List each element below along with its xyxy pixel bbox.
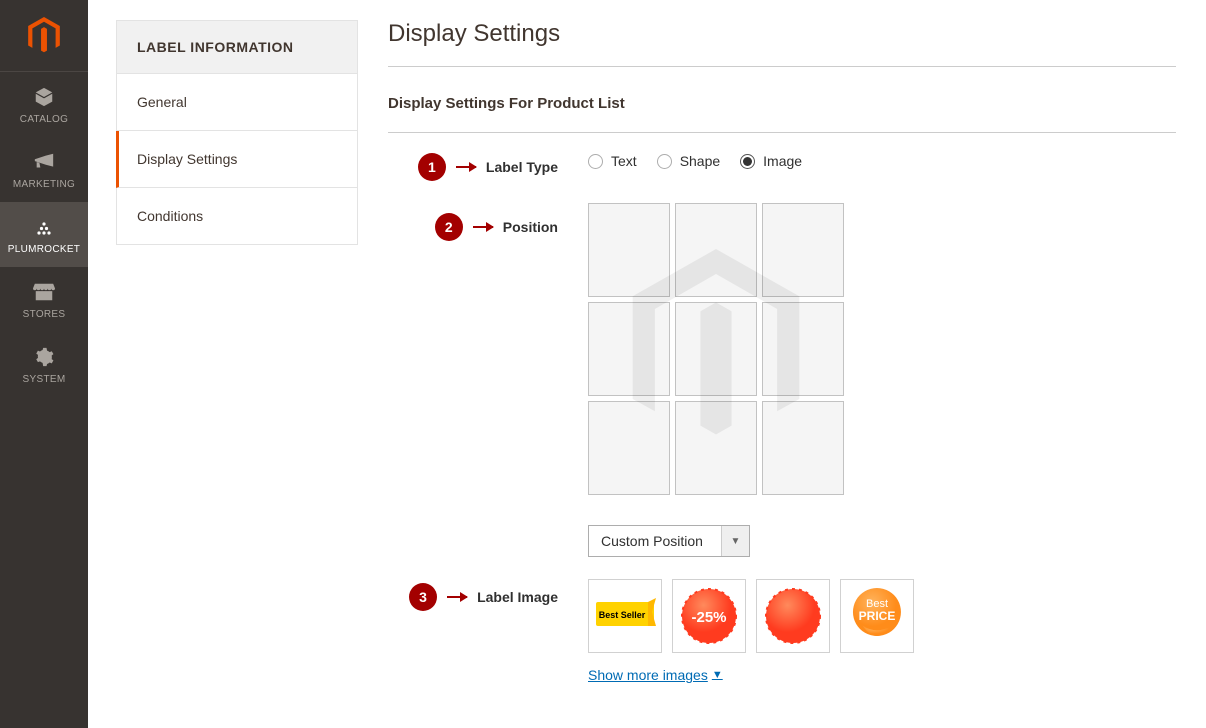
position-middle-right[interactable] <box>762 302 844 396</box>
section-title: Display Settings For Product List <box>388 95 1176 112</box>
position-middle-center[interactable] <box>675 302 757 396</box>
radio-shape[interactable]: Shape <box>657 153 720 169</box>
field-label: Position <box>503 219 558 235</box>
position-bottom-left[interactable] <box>588 401 670 495</box>
arrow-right-icon <box>456 166 476 168</box>
show-more-images-link[interactable]: Show more images ▼ <box>588 667 723 683</box>
annotation-badge-3: 3 <box>409 583 437 611</box>
sidebar-item-catalog[interactable]: CATALOG <box>0 72 88 137</box>
gear-icon <box>34 346 54 368</box>
arrow-right-icon <box>473 226 493 228</box>
position-bottom-center[interactable] <box>675 401 757 495</box>
svg-text:-25%: -25% <box>691 609 726 626</box>
position-top-left[interactable] <box>588 203 670 297</box>
sidebar-item-stores[interactable]: STORES <box>0 267 88 332</box>
sidebar-item-label: CATALOG <box>20 114 68 125</box>
discount-circle-icon: -25% <box>679 586 739 646</box>
radio-icon <box>588 154 603 169</box>
megaphone-icon <box>33 151 55 173</box>
position-grid <box>588 203 844 495</box>
sidebar-item-label: MARKETING <box>13 179 75 190</box>
best-seller-badge-icon: Best Seller <box>594 598 656 634</box>
radio-icon <box>740 154 755 169</box>
svg-text:Best Seller: Best Seller <box>599 610 646 620</box>
arrow-right-icon <box>447 596 467 598</box>
divider <box>388 66 1176 67</box>
annotation-badge-1: 1 <box>418 153 446 181</box>
sidebar-item-plumrocket[interactable]: PLUMROCKET <box>0 202 88 267</box>
radio-icon <box>657 154 672 169</box>
admin-sidebar: CATALOG MARKETING PLUMROCKET STORES SYST… <box>0 0 88 728</box>
dropdown-label: Custom Position <box>589 526 721 556</box>
label-tile-discount[interactable]: -25% <box>672 579 746 653</box>
radio-text[interactable]: Text <box>588 153 637 169</box>
sidebar-item-label: SYSTEM <box>23 374 66 385</box>
caret-down-icon: ▼ <box>721 526 749 556</box>
annotation-badge-2: 2 <box>435 213 463 241</box>
content-area: LABEL INFORMATION General Display Settin… <box>88 0 1206 728</box>
best-price-pin-icon: Best PRICE <box>850 585 904 647</box>
storefront-icon <box>33 281 55 303</box>
sidebar-item-system[interactable]: SYSTEM <box>0 332 88 397</box>
tabs-header: LABEL INFORMATION <box>116 20 358 74</box>
radio-image[interactable]: Image <box>740 153 802 169</box>
field-position: 2 Position <box>388 203 1176 557</box>
main-form: Display Settings Display Settings For Pr… <box>358 0 1206 728</box>
caret-down-icon: ▼ <box>712 669 723 681</box>
blank-circle-icon <box>763 586 823 646</box>
divider <box>388 132 1176 133</box>
position-middle-left[interactable] <box>588 302 670 396</box>
svg-text:PRICE: PRICE <box>859 609 896 623</box>
cube-icon <box>33 86 55 108</box>
plumrocket-icon <box>35 216 53 238</box>
field-label-type: 1 Label Type Text Shape Image <box>388 151 1176 181</box>
magento-logo-icon <box>27 17 61 55</box>
sidebar-item-marketing[interactable]: MARKETING <box>0 137 88 202</box>
page-title: Display Settings <box>388 20 1176 48</box>
position-top-center[interactable] <box>675 203 757 297</box>
magento-logo[interactable] <box>0 0 88 72</box>
position-top-right[interactable] <box>762 203 844 297</box>
sidebar-item-label: PLUMROCKET <box>8 244 80 255</box>
tab-conditions[interactable]: Conditions <box>116 188 358 245</box>
tab-display-settings[interactable]: Display Settings <box>116 131 358 188</box>
label-type-radios: Text Shape Image <box>588 151 802 169</box>
label-tile-best-seller[interactable]: Best Seller <box>588 579 662 653</box>
field-label: Label Image <box>477 589 558 605</box>
sidebar-item-label: STORES <box>23 309 66 320</box>
label-tile-best-price[interactable]: Best PRICE <box>840 579 914 653</box>
label-tile-circle[interactable] <box>756 579 830 653</box>
label-image-tiles: Best Seller -25% <box>588 579 914 653</box>
tab-general[interactable]: General <box>116 74 358 131</box>
label-info-tabs: LABEL INFORMATION General Display Settin… <box>116 20 358 728</box>
field-label-image: 3 Label Image Best Seller <box>388 579 1176 683</box>
field-label: Label Type <box>486 159 558 175</box>
custom-position-dropdown[interactable]: Custom Position ▼ <box>588 525 750 557</box>
position-bottom-right[interactable] <box>762 401 844 495</box>
